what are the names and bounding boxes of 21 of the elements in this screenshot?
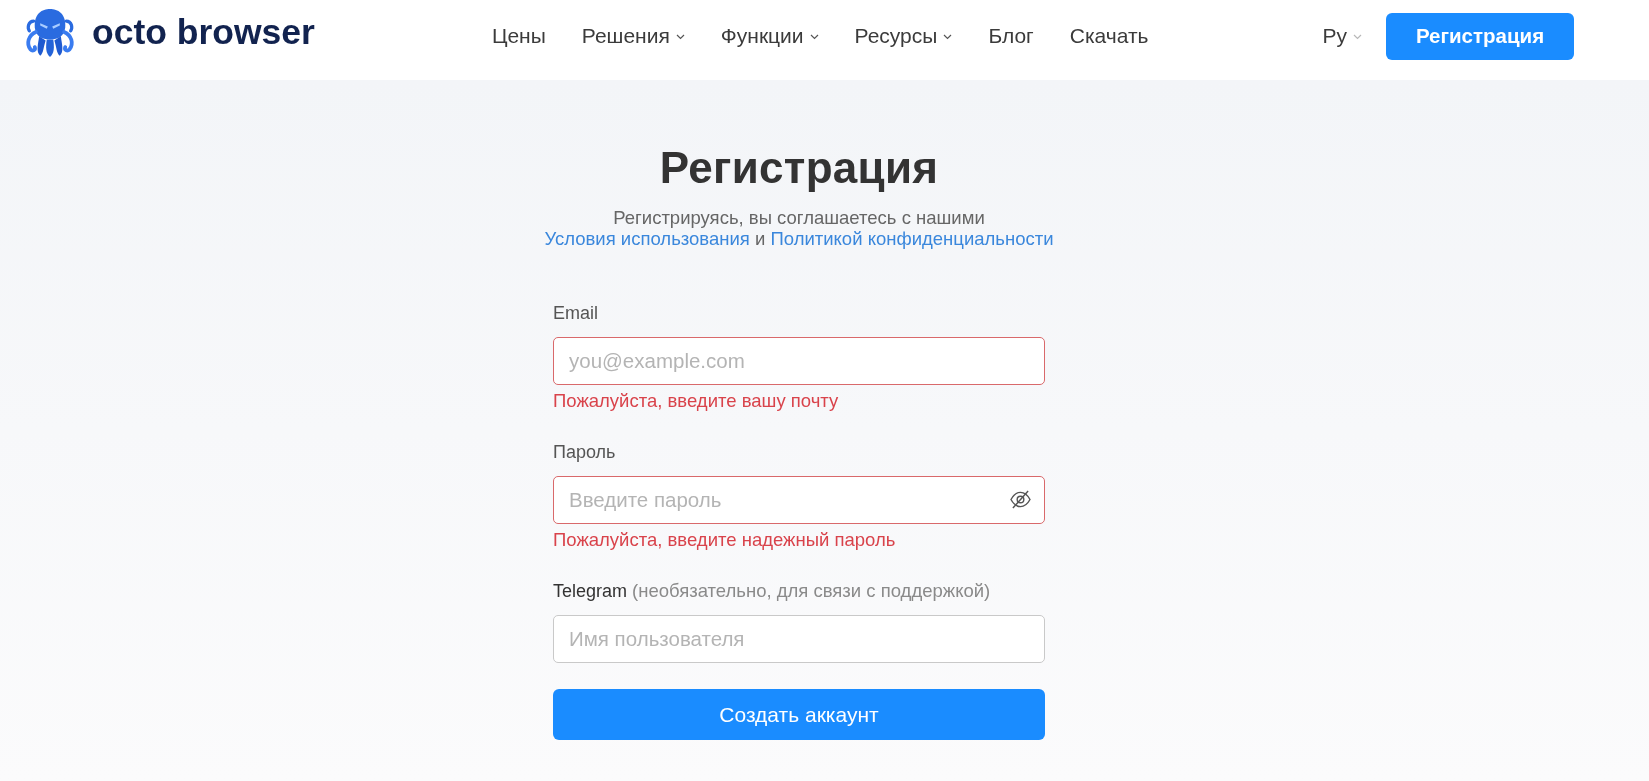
field-hint: (необязательно, для связи с поддержкой) [632, 581, 991, 601]
nav-link[interactable]: Скачать [1069, 23, 1149, 49]
nav-link[interactable]: Ресурсы [854, 23, 953, 49]
eye-slash-icon[interactable] [1010, 490, 1031, 509]
octopus-icon [25, 8, 75, 58]
input-field[interactable]: Имя пользователя [553, 615, 1045, 663]
field-label: Пароль [553, 442, 616, 462]
password-field[interactable]: Введите пароль [553, 476, 1045, 524]
nav-link[interactable]: Функции [720, 23, 819, 49]
consent-text: Регистрируясь, вы соглашаетесь с нашими Условия использования и Политикой конфиденциальности [543, 207, 1055, 249]
nav-link[interactable]: Цены [491, 23, 546, 49]
error-message: Пожалуйста, введите вашу почту [553, 391, 840, 411]
field-label: Email [553, 303, 598, 323]
field-label: Telegram [553, 581, 628, 601]
nav-link[interactable]: Блог [988, 23, 1034, 49]
error-message: Пожалуйста, введите надежный пароль [553, 530, 897, 550]
input-field[interactable]: you@example.com [553, 337, 1045, 385]
page-title: Регистрация [659, 142, 939, 194]
nav-link[interactable]: Решения [581, 23, 685, 49]
language-selector[interactable]: Ру [1322, 23, 1362, 49]
logo-text: octo browser [92, 15, 315, 51]
